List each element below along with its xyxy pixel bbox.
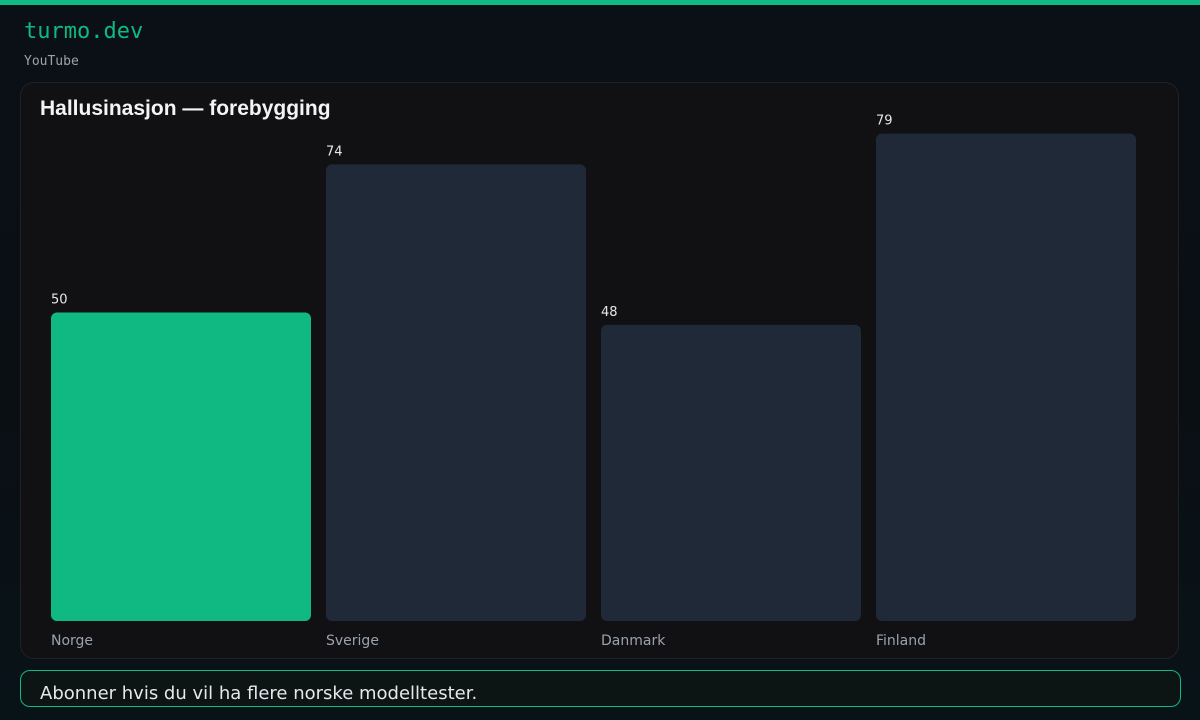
channel-label: YouTube xyxy=(24,54,79,69)
category-label-danmark: Danmark xyxy=(601,633,666,649)
value-label-finland: 79 xyxy=(876,114,893,129)
subscribe-banner: Abonner hvis du vil ha flere norske mode… xyxy=(20,670,1181,707)
bar-sverige xyxy=(326,164,586,622)
subscribe-text: Abonner hvis du vil ha flere norske mode… xyxy=(40,683,478,704)
bar-finland xyxy=(876,133,1136,621)
value-label-danmark: 48 xyxy=(601,305,618,320)
value-label-sverige: 74 xyxy=(326,144,343,159)
bar-danmark xyxy=(601,324,861,621)
bar-chart: 50 Norge 74 Sverige 48 Danmark 79 Finland xyxy=(51,114,1136,649)
category-label-finland: Finland xyxy=(876,633,926,649)
chart-card: Hallusinasjon — forebygging 50 Norge 74 Sve… xyxy=(20,82,1179,659)
brand-logo-text: turmo.dev xyxy=(24,19,144,44)
category-label-sverige: Sverige xyxy=(326,633,379,649)
value-label-norge: 50 xyxy=(51,293,68,308)
category-label-norge: Norge xyxy=(51,633,93,649)
bar-norge xyxy=(51,312,311,621)
top-accent-bar xyxy=(0,0,1200,5)
